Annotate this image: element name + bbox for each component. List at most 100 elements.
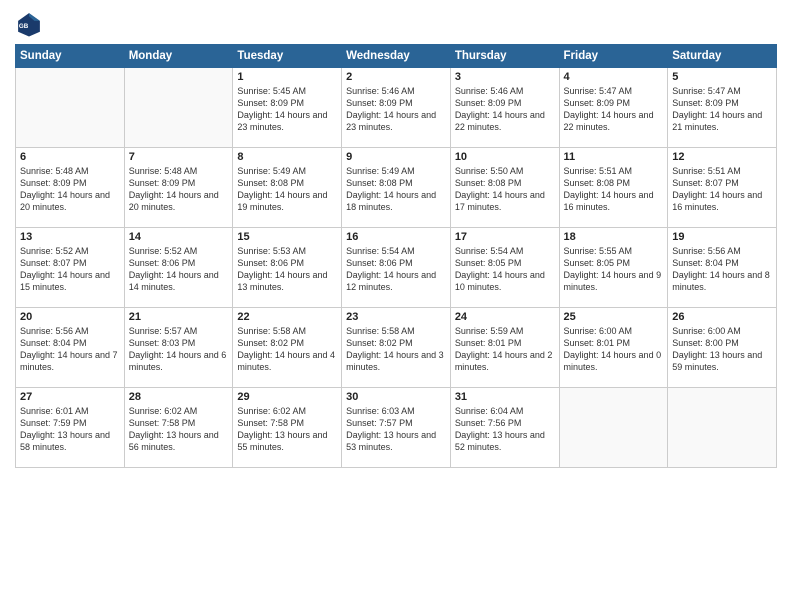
calendar-cell: 13 Sunrise: 5:52 AM Sunset: 8:07 PM Dayli… <box>16 228 125 308</box>
calendar-cell: 25Sunrise: 6:00 AM Sunset: 8:01 PM Dayli… <box>559 308 668 388</box>
calendar-cell: 23 Sunrise: 5:58 AM Sunset: 8:02 PM Dayli… <box>342 308 451 388</box>
cell-info: Sunrise: 6:02 AM Sunset: 7:58 PM Dayligh… <box>129 405 229 454</box>
page: GB SundayMondayTuesdayWednesdayThursdayF… <box>0 0 792 612</box>
calendar-header: SundayMondayTuesdayWednesdayThursdayFrid… <box>16 45 777 68</box>
calendar-week-5: 27 Sunrise: 6:01 AM Sunset: 7:59 PM Dayli… <box>16 388 777 468</box>
day-number: 6 <box>20 151 120 163</box>
svg-text:GB: GB <box>19 23 29 30</box>
calendar-cell: 14Sunrise: 5:52 AM Sunset: 8:06 PM Dayli… <box>124 228 233 308</box>
calendar-cell: 10 Sunrise: 5:50 AM Sunset: 8:08 PM Dayli… <box>450 148 559 228</box>
logo: GB <box>15 10 47 38</box>
calendar-cell <box>124 68 233 148</box>
calendar-cell: 3Sunrise: 5:46 AM Sunset: 8:09 PM Daylig… <box>450 68 559 148</box>
calendar-cell: 20 Sunrise: 5:56 AM Sunset: 8:04 PM Dayli… <box>16 308 125 388</box>
weekday-header-sunday: Sunday <box>16 45 125 68</box>
calendar-cell: 17Sunrise: 5:54 AM Sunset: 8:05 PM Dayli… <box>450 228 559 308</box>
day-number: 14 <box>129 231 229 243</box>
cell-info: Sunrise: 5:47 AM Sunset: 8:09 PM Dayligh… <box>564 85 664 134</box>
calendar-cell: 29Sunrise: 6:02 AM Sunset: 7:58 PM Dayli… <box>233 388 342 468</box>
day-number: 21 <box>129 311 229 323</box>
calendar-cell: 26 Sunrise: 6:00 AM Sunset: 8:00 PM Dayli… <box>668 308 777 388</box>
cell-info: Sunrise: 5:48 AM Sunset: 8:09 PM Dayligh… <box>20 165 120 214</box>
day-number: 9 <box>346 151 446 163</box>
cell-info: Sunrise: 5:49 AM Sunset: 8:08 PM Dayligh… <box>346 165 446 214</box>
day-number: 8 <box>237 151 337 163</box>
calendar-cell: 11Sunrise: 5:51 AM Sunset: 8:08 PM Dayli… <box>559 148 668 228</box>
cell-info: Sunrise: 5:50 AM Sunset: 8:08 PM Dayligh… <box>455 165 555 214</box>
cell-info: Sunrise: 6:04 AM Sunset: 7:56 PM Dayligh… <box>455 405 555 454</box>
cell-info: Sunrise: 5:47 AM Sunset: 8:09 PM Dayligh… <box>672 85 772 134</box>
day-number: 2 <box>346 71 446 83</box>
weekday-header-monday: Monday <box>124 45 233 68</box>
day-number: 13 <box>20 231 120 243</box>
day-number: 31 <box>455 391 555 403</box>
calendar-cell: 22 Sunrise: 5:58 AM Sunset: 8:02 PM Dayli… <box>233 308 342 388</box>
day-number: 24 <box>455 311 555 323</box>
cell-info: Sunrise: 5:56 AM Sunset: 8:04 PM Dayligh… <box>20 325 120 374</box>
calendar-cell: 18 Sunrise: 5:55 AM Sunset: 8:05 PM Dayli… <box>559 228 668 308</box>
day-number: 22 <box>237 311 337 323</box>
calendar-cell: 24Sunrise: 5:59 AM Sunset: 8:01 PM Dayli… <box>450 308 559 388</box>
calendar-cell: 19 Sunrise: 5:56 AM Sunset: 8:04 PM Dayli… <box>668 228 777 308</box>
cell-info: Sunrise: 6:03 AM Sunset: 7:57 PM Dayligh… <box>346 405 446 454</box>
calendar-cell: 30 Sunrise: 6:03 AM Sunset: 7:57 PM Dayli… <box>342 388 451 468</box>
day-number: 5 <box>672 71 772 83</box>
calendar-cell: 9 Sunrise: 5:49 AM Sunset: 8:08 PM Daylig… <box>342 148 451 228</box>
day-number: 10 <box>455 151 555 163</box>
weekday-header-thursday: Thursday <box>450 45 559 68</box>
weekday-header-wednesday: Wednesday <box>342 45 451 68</box>
cell-info: Sunrise: 5:54 AM Sunset: 8:06 PM Dayligh… <box>346 245 446 294</box>
cell-info: Sunrise: 6:00 AM Sunset: 8:01 PM Dayligh… <box>564 325 664 374</box>
calendar-cell: 28Sunrise: 6:02 AM Sunset: 7:58 PM Dayli… <box>124 388 233 468</box>
day-number: 26 <box>672 311 772 323</box>
cell-info: Sunrise: 5:48 AM Sunset: 8:09 PM Dayligh… <box>129 165 229 214</box>
day-number: 17 <box>455 231 555 243</box>
day-number: 23 <box>346 311 446 323</box>
calendar-body: 1 Sunrise: 5:45 AM Sunset: 8:09 PM Daylig… <box>16 68 777 468</box>
cell-info: Sunrise: 5:46 AM Sunset: 8:09 PM Dayligh… <box>455 85 555 134</box>
cell-info: Sunrise: 5:53 AM Sunset: 8:06 PM Dayligh… <box>237 245 337 294</box>
cell-info: Sunrise: 5:45 AM Sunset: 8:09 PM Dayligh… <box>237 85 337 134</box>
calendar-cell: 8Sunrise: 5:49 AM Sunset: 8:08 PM Daylig… <box>233 148 342 228</box>
calendar-cell <box>559 388 668 468</box>
calendar-cell: 7 Sunrise: 5:48 AM Sunset: 8:09 PM Daylig… <box>124 148 233 228</box>
calendar-cell: 5 Sunrise: 5:47 AM Sunset: 8:09 PM Daylig… <box>668 68 777 148</box>
day-number: 29 <box>237 391 337 403</box>
cell-info: Sunrise: 5:55 AM Sunset: 8:05 PM Dayligh… <box>564 245 664 294</box>
header: GB <box>15 10 777 38</box>
day-number: 30 <box>346 391 446 403</box>
weekday-header-saturday: Saturday <box>668 45 777 68</box>
day-number: 19 <box>672 231 772 243</box>
day-number: 1 <box>237 71 337 83</box>
weekday-row: SundayMondayTuesdayWednesdayThursdayFrid… <box>16 45 777 68</box>
calendar-cell: 12 Sunrise: 5:51 AM Sunset: 8:07 PM Dayli… <box>668 148 777 228</box>
calendar-cell <box>668 388 777 468</box>
weekday-header-tuesday: Tuesday <box>233 45 342 68</box>
cell-info: Sunrise: 5:56 AM Sunset: 8:04 PM Dayligh… <box>672 245 772 294</box>
calendar-table: SundayMondayTuesdayWednesdayThursdayFrid… <box>15 44 777 468</box>
weekday-header-friday: Friday <box>559 45 668 68</box>
cell-info: Sunrise: 5:58 AM Sunset: 8:02 PM Dayligh… <box>346 325 446 374</box>
calendar-week-2: 6 Sunrise: 5:48 AM Sunset: 8:09 PM Daylig… <box>16 148 777 228</box>
day-number: 20 <box>20 311 120 323</box>
day-number: 15 <box>237 231 337 243</box>
calendar-week-1: 1 Sunrise: 5:45 AM Sunset: 8:09 PM Daylig… <box>16 68 777 148</box>
day-number: 7 <box>129 151 229 163</box>
cell-info: Sunrise: 6:01 AM Sunset: 7:59 PM Dayligh… <box>20 405 120 454</box>
day-number: 27 <box>20 391 120 403</box>
calendar-cell: 6 Sunrise: 5:48 AM Sunset: 8:09 PM Daylig… <box>16 148 125 228</box>
day-number: 12 <box>672 151 772 163</box>
calendar-cell: 21 Sunrise: 5:57 AM Sunset: 8:03 PM Dayli… <box>124 308 233 388</box>
day-number: 11 <box>564 151 664 163</box>
calendar-cell: 4Sunrise: 5:47 AM Sunset: 8:09 PM Daylig… <box>559 68 668 148</box>
cell-info: Sunrise: 5:57 AM Sunset: 8:03 PM Dayligh… <box>129 325 229 374</box>
calendar-cell: 15 Sunrise: 5:53 AM Sunset: 8:06 PM Dayli… <box>233 228 342 308</box>
day-number: 18 <box>564 231 664 243</box>
day-number: 16 <box>346 231 446 243</box>
cell-info: Sunrise: 5:51 AM Sunset: 8:07 PM Dayligh… <box>672 165 772 214</box>
cell-info: Sunrise: 5:58 AM Sunset: 8:02 PM Dayligh… <box>237 325 337 374</box>
cell-info: Sunrise: 6:00 AM Sunset: 8:00 PM Dayligh… <box>672 325 772 374</box>
cell-info: Sunrise: 5:46 AM Sunset: 8:09 PM Dayligh… <box>346 85 446 134</box>
cell-info: Sunrise: 5:52 AM Sunset: 8:07 PM Dayligh… <box>20 245 120 294</box>
calendar-cell: 31 Sunrise: 6:04 AM Sunset: 7:56 PM Dayli… <box>450 388 559 468</box>
